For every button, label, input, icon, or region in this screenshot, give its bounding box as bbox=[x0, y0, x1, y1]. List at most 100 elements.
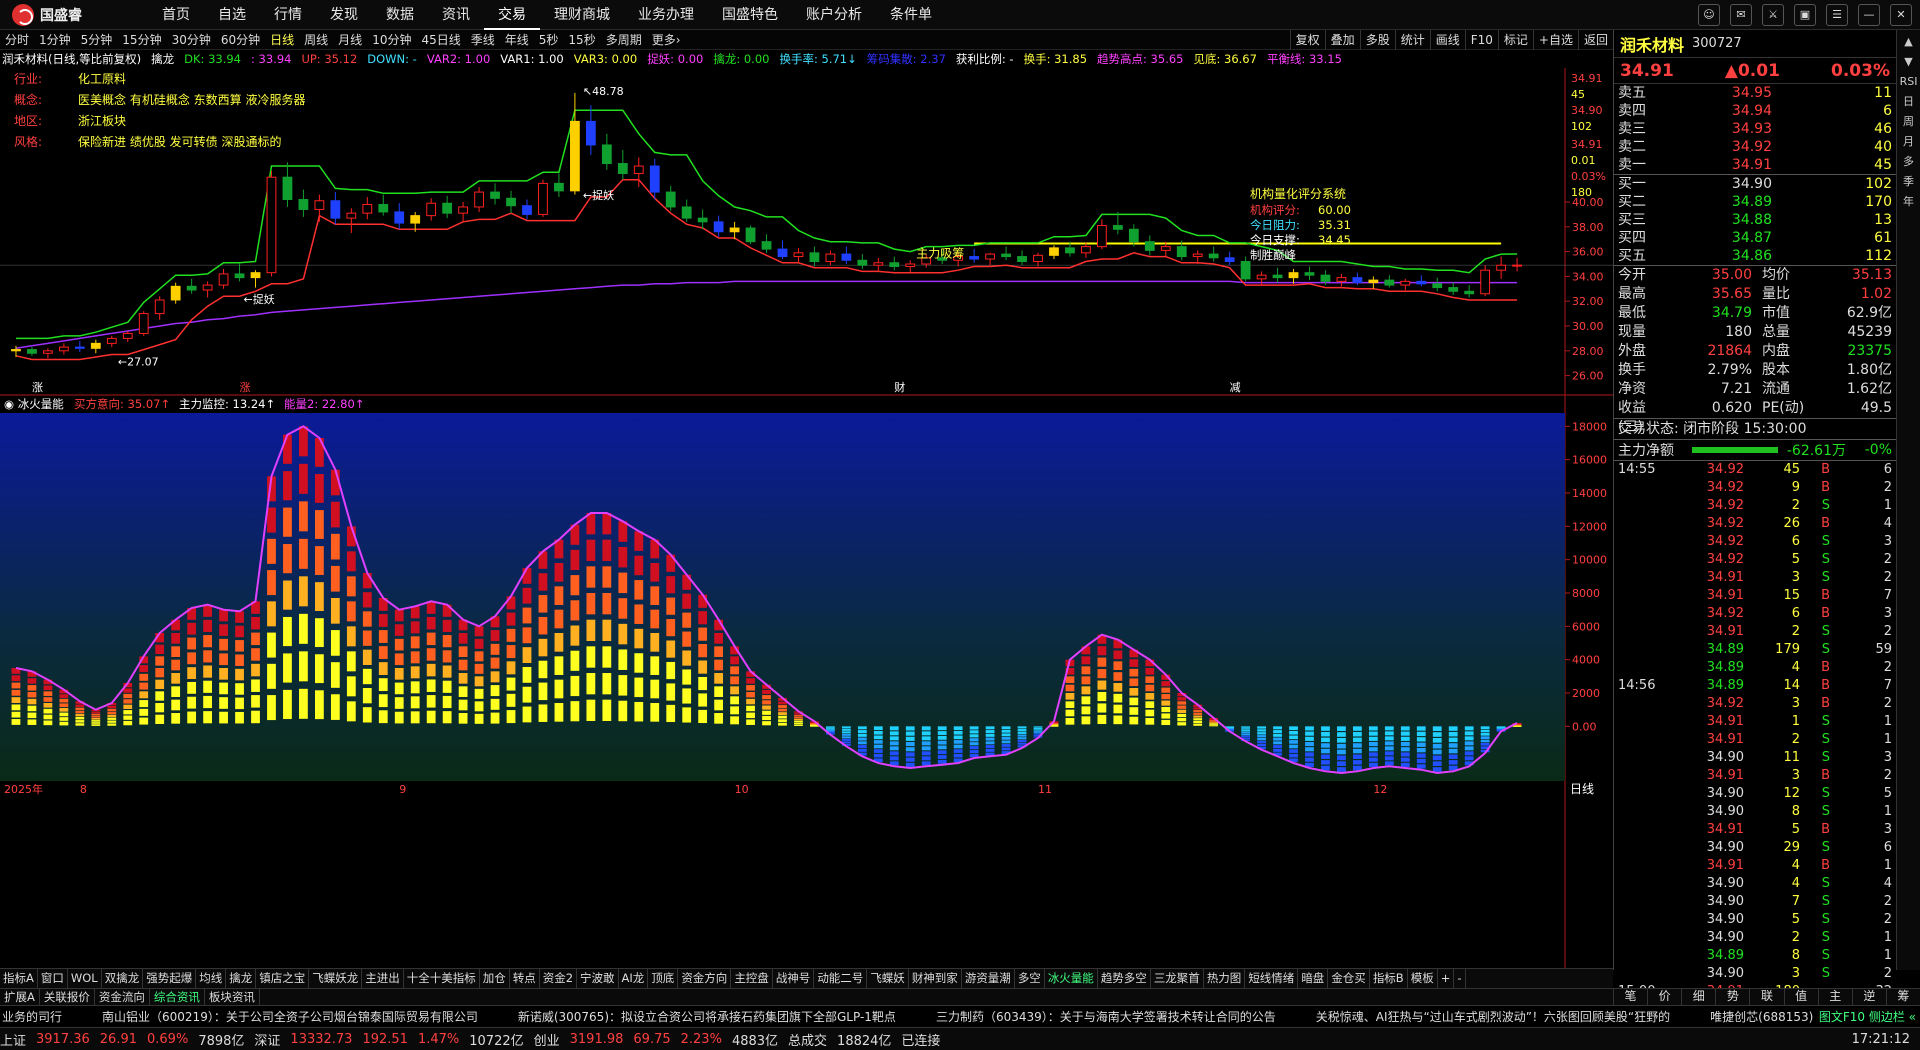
indicator-tab[interactable]: AI龙 bbox=[619, 969, 649, 988]
vertical-tab[interactable]: RSI bbox=[1899, 74, 1919, 90]
news-ticker[interactable]: 业务的司行 南山铝业（600219）：关于公司全资子公司烟台锦泰国际贸易有限公司 新… bbox=[0, 1005, 1920, 1027]
indicator-tab[interactable]: 加仓 bbox=[480, 969, 510, 988]
indicator-tab[interactable]: 三龙聚首 bbox=[1151, 969, 1204, 988]
right-tab[interactable]: 筹 bbox=[1885, 988, 1920, 1005]
right-tab[interactable]: 逆 bbox=[1851, 988, 1886, 1005]
period-tab[interactable]: 年线 bbox=[500, 30, 534, 49]
period-tab[interactable]: 多周期 bbox=[601, 30, 647, 49]
period-tab[interactable]: 30分钟 bbox=[167, 30, 216, 49]
tool-button[interactable]: 返回 bbox=[1577, 30, 1613, 50]
period-tab[interactable]: 分时 bbox=[0, 30, 34, 49]
period-tab[interactable]: 更多› bbox=[647, 30, 686, 49]
nav-理财商城[interactable]: 理财商城 bbox=[540, 0, 624, 30]
indicator-tab[interactable]: 冰火量能 bbox=[1045, 969, 1098, 988]
right-tab[interactable]: 细 bbox=[1681, 988, 1715, 1005]
tool-button[interactable]: 叠加 bbox=[1324, 30, 1360, 50]
period-tab[interactable]: 周线 bbox=[299, 30, 333, 49]
vertical-tab[interactable]: ▼ bbox=[1899, 54, 1919, 70]
vertical-tab[interactable]: 周 bbox=[1899, 114, 1919, 130]
indicator-tab[interactable]: 指标B bbox=[1370, 969, 1408, 988]
vertical-tab[interactable]: 季 bbox=[1899, 174, 1919, 190]
vertical-tab[interactable]: 月 bbox=[1899, 134, 1919, 150]
info-tab[interactable]: 扩展A bbox=[0, 989, 40, 1005]
nav-条件单[interactable]: 条件单 bbox=[876, 0, 946, 30]
right-tab[interactable]: 价 bbox=[1647, 988, 1681, 1005]
period-tab[interactable]: 60分钟 bbox=[216, 30, 265, 49]
kline-chart[interactable]: 40.0038.0036.0034.0032.0030.0028.0026.00… bbox=[0, 68, 1613, 968]
indicator-tab[interactable]: 双擒龙 bbox=[102, 969, 144, 988]
indicator-tab[interactable]: 飞蝶妖 bbox=[867, 969, 909, 988]
indicator-tab[interactable]: 宁波敢 bbox=[577, 969, 619, 988]
news-item[interactable]: 新诺威(300765)：拟设立合资公司将承接石药集团旗下全部GLP-1靶点 bbox=[518, 1006, 896, 1027]
nav-数据[interactable]: 数据 bbox=[372, 0, 428, 30]
vertical-tab[interactable]: 多 bbox=[1899, 154, 1919, 170]
nav-发现[interactable]: 发现 bbox=[316, 0, 372, 30]
indicator-tab[interactable]: 镇店之宝 bbox=[256, 969, 310, 988]
window-control-icon[interactable]: ✉ bbox=[1730, 4, 1752, 26]
indicator-tab[interactable]: 主控盘 bbox=[731, 969, 773, 988]
right-tab[interactable]: 主 bbox=[1817, 988, 1852, 1005]
tool-button[interactable]: 画线 bbox=[1429, 30, 1465, 50]
period-tab[interactable]: 日线 bbox=[265, 30, 299, 49]
indicator-tab[interactable]: 短线情绪 bbox=[1245, 969, 1299, 988]
vertical-tab[interactable]: 年 bbox=[1899, 194, 1919, 210]
indicator-tab[interactable]: 资金方向 bbox=[678, 969, 732, 988]
indicator-tab[interactable]: 擒龙 bbox=[226, 969, 257, 988]
period-tab[interactable]: 15分钟 bbox=[117, 30, 166, 49]
right-tab[interactable]: 值 bbox=[1783, 988, 1818, 1005]
news-tabs[interactable]: 图文F10 侧边栏 « bbox=[1814, 1006, 1920, 1027]
info-tab[interactable]: 关联报价 bbox=[40, 989, 95, 1005]
indicator-tab[interactable]: 暗盘 bbox=[1298, 969, 1329, 988]
window-control-icon[interactable]: — bbox=[1858, 4, 1880, 26]
indicator-tab[interactable]: 主进出 bbox=[362, 969, 404, 988]
window-control-icon[interactable]: ✕ bbox=[1890, 4, 1912, 26]
period-tab[interactable]: 15秒 bbox=[563, 30, 600, 49]
chart-area[interactable]: 40.00 38.00 36.00 34.00 32.00 30.00 28.00 26.00… bbox=[0, 68, 1613, 968]
nav-业务办理[interactable]: 业务办理 bbox=[624, 0, 708, 30]
tool-button[interactable]: 复权 bbox=[1289, 30, 1325, 50]
tool-button[interactable]: 统计 bbox=[1394, 30, 1430, 50]
indicator-tab[interactable]: 模板 bbox=[1408, 969, 1438, 988]
indicator-tab[interactable]: 指标A bbox=[0, 969, 38, 988]
nav-首页[interactable]: 首页 bbox=[148, 0, 204, 30]
indicator-tab[interactable]: 金仓买 bbox=[1328, 969, 1370, 988]
tool-button[interactable]: F10 bbox=[1464, 30, 1498, 50]
tool-button[interactable]: 多股 bbox=[1359, 30, 1395, 50]
info-tab[interactable]: 板块资讯 bbox=[205, 989, 260, 1005]
indicator-tab[interactable]: 转点 bbox=[510, 969, 540, 988]
news-item[interactable]: 三力制药（603439）：关于与海南大学签署技术转让合同的公告 bbox=[936, 1006, 1276, 1027]
period-tab[interactable]: 45日线 bbox=[416, 30, 465, 49]
vertical-tab[interactable]: 日 bbox=[1899, 94, 1919, 110]
tool-button[interactable]: 标记 bbox=[1497, 30, 1533, 50]
tick-list[interactable]: 14:55 34.92 45 B 6 34.92 9 B 2 34.92 2 S 1 34.92 26 B 4 3… bbox=[1614, 461, 1896, 1001]
nav-国盛特色[interactable]: 国盛特色 bbox=[708, 0, 792, 30]
period-tab[interactable]: 月线 bbox=[333, 30, 367, 49]
indicator-tab[interactable]: 动能二号 bbox=[814, 969, 868, 988]
news-item[interactable]: 南山铝业（600219）：关于公司全资子公司烟台锦泰国际贸易有限公司 bbox=[102, 1006, 478, 1027]
vertical-tab[interactable]: ▲ bbox=[1899, 34, 1919, 50]
right-tab[interactable]: 笔 bbox=[1613, 988, 1647, 1005]
indicator-tab[interactable]: 十全十美指标 bbox=[404, 969, 480, 988]
window-control-icon[interactable]: ⚔ bbox=[1762, 4, 1784, 26]
indicator-tab[interactable]: + bbox=[1438, 969, 1455, 988]
indicator-tab[interactable]: 顶底 bbox=[648, 969, 679, 988]
window-control-icon[interactable]: ☺ bbox=[1698, 4, 1720, 26]
info-tab[interactable]: 资金流向 bbox=[95, 989, 150, 1005]
indicator-tab[interactable]: 游资量潮 bbox=[962, 969, 1015, 988]
period-tab[interactable]: 10分钟 bbox=[367, 30, 416, 49]
nav-账户分析[interactable]: 账户分析 bbox=[792, 0, 876, 30]
window-control-icon[interactable]: ☰ bbox=[1826, 4, 1848, 26]
indicator-tab[interactable]: 趋势多空 bbox=[1098, 969, 1151, 988]
info-tab[interactable]: 综合资讯 bbox=[150, 989, 205, 1005]
indicator-tab[interactable]: 多空 bbox=[1015, 969, 1045, 988]
nav-自选[interactable]: 自选 bbox=[204, 0, 260, 30]
tool-button[interactable]: +自选 bbox=[1532, 30, 1578, 50]
period-tab[interactable]: 5秒 bbox=[534, 30, 564, 49]
app-logo[interactable]: 国盛睿 bbox=[12, 4, 82, 26]
indicator-tab[interactable]: - bbox=[1454, 969, 1466, 988]
indicator-tab[interactable]: 财神到家 bbox=[909, 969, 962, 988]
period-tab[interactable]: 季线 bbox=[466, 30, 500, 49]
window-control-icon[interactable]: ▣ bbox=[1794, 4, 1816, 26]
indicator-tab[interactable]: 飞蝶妖龙 bbox=[309, 969, 363, 988]
nav-行情[interactable]: 行情 bbox=[260, 0, 316, 30]
